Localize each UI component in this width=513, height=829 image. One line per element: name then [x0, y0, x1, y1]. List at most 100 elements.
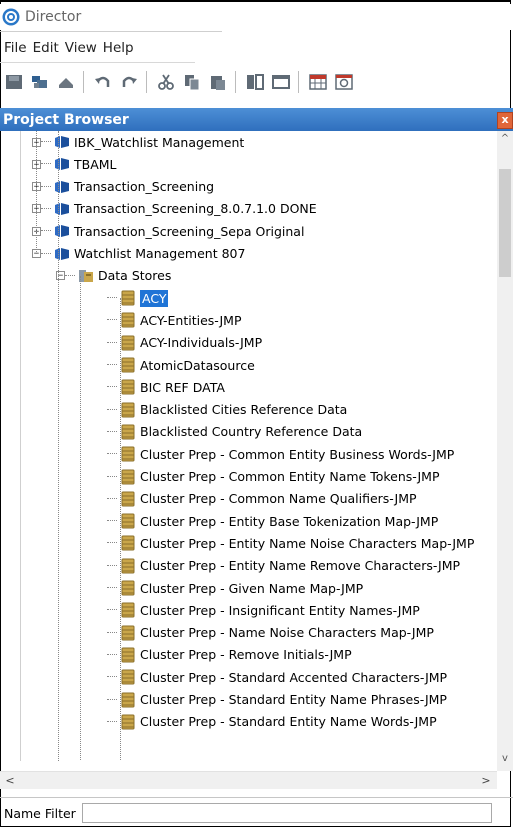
tree-item-label: Cluster Prep - Entity Base Tokenization …: [140, 513, 439, 529]
window-title: Director: [25, 9, 82, 25]
tree-item-label: Cluster Prep - Common Entity Business Wo…: [140, 446, 455, 462]
image-icon[interactable]: [334, 72, 354, 92]
tree-connector: [41, 185, 51, 188]
tree-guide-line: [58, 131, 60, 761]
tree-item-label: Watchlist Management 807: [74, 246, 246, 261]
tree-data-store[interactable]: Cluster Prep - Name Noise Characters Map…: [98, 622, 434, 644]
data-store-icon: [121, 558, 135, 574]
tree-connector: [65, 274, 75, 277]
project-icon: [55, 180, 69, 193]
tree-data-store[interactable]: ACY: [98, 287, 169, 309]
data-store-icon: [121, 335, 135, 351]
data-store-icon: [121, 469, 135, 484]
vertical-scrollbar[interactable]: ^ v: [497, 131, 513, 771]
tree-folder-data-stores[interactable]: − Data Stores: [56, 265, 171, 287]
window-icon[interactable]: [271, 72, 291, 92]
scroll-down-icon[interactable]: v: [497, 751, 513, 767]
tree-connector: [41, 163, 51, 165]
project-icon: [55, 202, 69, 215]
tree-connector: [107, 364, 117, 366]
tree-data-store[interactable]: Cluster Prep - Remove Initials-JMP: [98, 644, 352, 666]
save-icon[interactable]: [4, 72, 24, 92]
tree-data-store[interactable]: Cluster Prep - Insignificant Entity Name…: [98, 599, 420, 621]
tree-item-label: Cluster Prep - Name Noise Characters Map…: [140, 625, 434, 641]
paste-icon[interactable]: [208, 72, 228, 92]
copy-icon[interactable]: [182, 72, 202, 92]
tree-item-label: Cluster Prep - Common Name Qualifiers-JM…: [140, 491, 417, 507]
tree-project-expanded[interactable]: − Watchlist Management 807: [32, 243, 245, 265]
data-store-icon: [121, 602, 135, 618]
toolbar-separator: [83, 71, 84, 93]
tree-guide-line: [120, 298, 122, 761]
tree-item-label: Cluster Prep - Insignificant Entity Name…: [140, 602, 420, 618]
tree-connector: [107, 408, 117, 411]
tree-data-store[interactable]: Cluster Prep - Entity Base Tokenization …: [98, 510, 438, 532]
cut-project-icon[interactable]: [30, 72, 50, 92]
data-store-icon: [121, 379, 135, 395]
tree-data-store[interactable]: BIC REF DATA: [98, 376, 225, 398]
project-browser-header: Project Browser x: [0, 108, 513, 131]
undo-icon[interactable]: [93, 72, 113, 92]
data-store-icon: [121, 647, 135, 663]
tree-connector: [107, 698, 117, 701]
data-store-icon: [121, 535, 135, 551]
tree-connector: [41, 141, 51, 143]
tree-data-store[interactable]: Cluster Prep - Standard Accented Charact…: [98, 666, 447, 688]
tree-data-store[interactable]: Blacklisted Cities Reference Data: [98, 399, 347, 421]
tree-connector: [107, 520, 117, 522]
redo-icon[interactable]: [119, 72, 139, 92]
name-filter-input[interactable]: [81, 803, 492, 823]
tree-item-label: Cluster Prep - Standard Entity Name Word…: [140, 714, 437, 730]
tree-data-store[interactable]: Cluster Prep - Entity Name Remove Charac…: [98, 555, 460, 577]
menu-edit[interactable]: Edit: [33, 40, 59, 56]
tree-guide-line: [36, 131, 38, 254]
data-store-icon: [121, 491, 135, 507]
tree-project[interactable]: + Transaction_Screening_8.0.7.1.0 DONE: [32, 198, 317, 220]
scissors-icon[interactable]: [156, 72, 176, 92]
tree-item-label: Cluster Prep - Entity Name Noise Charact…: [140, 535, 475, 551]
table-icon[interactable]: [308, 72, 328, 92]
data-store-icon: [121, 513, 135, 529]
close-icon[interactable]: x: [497, 112, 513, 129]
tree-connector: [107, 386, 117, 388]
horizontal-scrollbar[interactable]: < >: [0, 771, 497, 789]
scroll-right-icon[interactable]: >: [478, 772, 494, 789]
tree-item-label: Cluster Prep - Standard Entity Name Phra…: [140, 692, 447, 707]
data-store-icon: [121, 580, 135, 596]
tree-data-store[interactable]: Cluster Prep - Standard Entity Name Phra…: [98, 689, 447, 711]
menu-file[interactable]: File: [4, 40, 27, 56]
scroll-up-icon[interactable]: ^: [497, 131, 513, 147]
data-store-icon: [121, 290, 135, 306]
data-store-icon: [121, 714, 135, 730]
tree-connector: [107, 341, 117, 344]
tree-data-store[interactable]: Cluster Prep - Entity Name Noise Charact…: [98, 532, 474, 554]
tree-item-label: Cluster Prep - Given Name Map-JMP: [140, 580, 364, 596]
tree-data-store[interactable]: Cluster Prep - Standard Entity Name Word…: [98, 711, 437, 733]
tree-project[interactable]: + Transaction_Screening_Sepa Original: [32, 220, 304, 242]
title-bar: Director: [0, 4, 513, 30]
menu-view[interactable]: View: [65, 40, 97, 56]
split-view-icon[interactable]: [245, 72, 265, 92]
project-tree: + IBK_Watchlist Management + TBAML + Transact…: [2, 131, 497, 761]
project-icon: [55, 136, 69, 148]
tree-data-store[interactable]: ACY-Individuals-JMP: [98, 332, 262, 354]
scroll-left-icon[interactable]: <: [2, 772, 18, 789]
tree-guide-line: [80, 275, 82, 761]
tree-data-store[interactable]: Cluster Prep - Common Entity Name Tokens…: [98, 466, 440, 488]
tree-data-store[interactable]: Cluster Prep - Common Name Qualifiers-JM…: [98, 488, 417, 510]
data-store-icon: [121, 402, 135, 418]
tree-project[interactable]: + TBAML: [32, 153, 117, 175]
menu-help[interactable]: Help: [103, 40, 134, 56]
director-app-icon: [2, 8, 20, 26]
tree-connector: [107, 676, 117, 678]
tree-connector: [41, 207, 51, 210]
vertical-scroll-thumb[interactable]: [499, 169, 511, 277]
tree-data-store[interactable]: Cluster Prep - Common Entity Business Wo…: [98, 443, 454, 465]
tree-project[interactable]: + IBK_Watchlist Management: [32, 131, 244, 153]
tree-data-store[interactable]: Blacklisted Country Reference Data: [98, 421, 362, 443]
tree-item-label: Blacklisted Cities Reference Data: [140, 402, 348, 418]
tree-item-label: ACY-Entities-JMP: [140, 312, 242, 328]
tree-data-store[interactable]: Cluster Prep - Given Name Map-JMP: [98, 577, 363, 599]
tree-item-label: BIC REF DATA: [140, 379, 225, 395]
remove-icon[interactable]: [56, 72, 76, 92]
